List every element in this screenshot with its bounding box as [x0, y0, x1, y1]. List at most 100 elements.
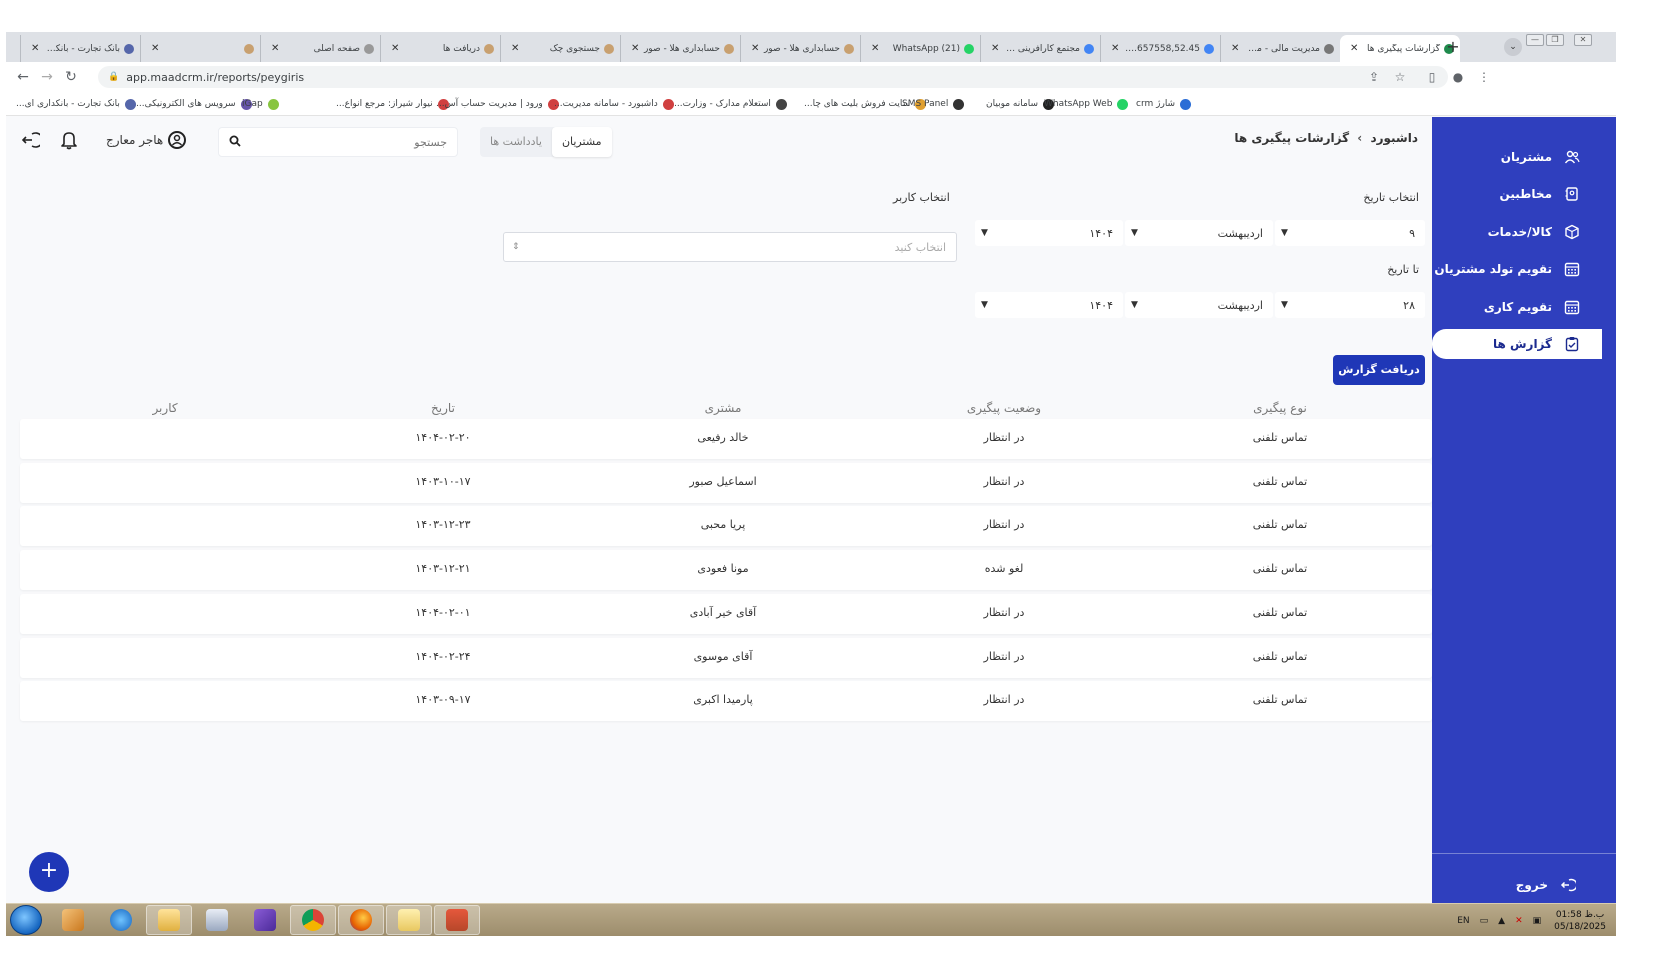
taskbar-app[interactable] [194, 905, 240, 935]
table-row[interactable]: تماس تلفنی در انتظار آقای موسوی ۱۴۰۴-۰۲-۲۴ [20, 637, 1432, 678]
browser-tab[interactable]: مدیریت مالی - محمد ✕ [1220, 35, 1340, 62]
restore-icon[interactable]: ❐ [1546, 34, 1564, 46]
to-day-select[interactable]: ۲۸ ▼ [1275, 292, 1425, 318]
clock[interactable]: 01:58 ب.ظ 05/18/2025 [1554, 909, 1606, 933]
table-row[interactable]: تماس تلفنی در انتظار پریا محبی ۱۴۰۳-۱۲-۲۳ [20, 506, 1432, 547]
search-icon[interactable] [229, 135, 241, 150]
new-tab-button[interactable]: + [1443, 37, 1463, 57]
close-icon[interactable]: ✕ [631, 43, 639, 54]
start-button[interactable] [10, 905, 42, 935]
menu-icon[interactable]: ⋮ [1476, 69, 1492, 85]
browser-tab[interactable]: گزارشات پیگیری ها ✕ [1340, 35, 1460, 62]
taskbar-app[interactable] [98, 905, 144, 935]
close-icon[interactable]: ✕ [871, 43, 879, 54]
close-icon[interactable]: ✕ [1111, 43, 1119, 54]
bookmark-item[interactable]: شارژ crm [1136, 96, 1192, 112]
close-icon[interactable]: ✕ [391, 43, 399, 54]
taskbar-app[interactable] [50, 905, 96, 935]
sidebar-item[interactable]: کالا/خدمات [1432, 217, 1602, 247]
browser-tab[interactable]: حسابداری هلا - صور ✕ [740, 35, 860, 62]
from-day-select[interactable]: ۹ ▼ [1275, 220, 1425, 246]
notification-bell-icon[interactable] [60, 130, 78, 150]
tab-notes[interactable]: یادداشت ها [480, 127, 552, 157]
tray-expand-icon[interactable]: ▲ [1498, 916, 1505, 926]
user-menu[interactable]: هاجر معارج [106, 131, 187, 149]
star-icon[interactable]: ☆ [1392, 69, 1408, 85]
taskbar-app[interactable] [146, 905, 192, 935]
browser-tab[interactable]: مجتمع کارآفرینی و نو ✕ [980, 35, 1100, 62]
sidebar-item[interactable]: گزارش ها [1432, 329, 1602, 359]
browser-tab[interactable]: بانک تجارت - بانکداری ✕ [20, 35, 140, 62]
sidebar-item[interactable]: تقویم تولد مشتریان [1432, 254, 1602, 284]
logout-icon[interactable] [20, 130, 44, 150]
table-row[interactable]: تماس تلفنی در انتظار خالد رفیعی ۱۴۰۴-۰۲-۲۰ [20, 419, 1432, 459]
search-input[interactable] [241, 135, 447, 149]
bookmark-item[interactable]: WhatsApp Web [1044, 96, 1129, 112]
cell-customer: مونا فعودی [697, 562, 749, 576]
monitor-icon[interactable]: ▣ [1533, 916, 1542, 926]
keyboard-icon[interactable]: ▭ [1480, 916, 1489, 926]
bookmark-item[interactable]: iGap [242, 96, 279, 112]
to-month-select[interactable]: اردیبهشت ▼ [1125, 292, 1273, 318]
profile-icon[interactable]: ● [1450, 69, 1466, 85]
reload-icon[interactable]: ↻ [62, 68, 80, 86]
tab-favicon-icon [1324, 43, 1334, 54]
bookmark-item[interactable]: ورود | مدیریت حساب آس... [436, 96, 559, 112]
language-indicator[interactable]: EN [1457, 916, 1469, 926]
network-icon[interactable]: ✕ [1515, 916, 1523, 926]
browser-tab[interactable]: ✕ [140, 35, 260, 62]
bookmark-item[interactable]: استعلام مدارک - وزارت... [674, 96, 787, 112]
browser-tab[interactable]: دریافت ها ✕ [380, 35, 500, 62]
logout-button[interactable]: خروج [1516, 877, 1578, 893]
bookmark-item[interactable]: بانک تجارت - بانکداری ای... [16, 96, 136, 112]
taskbar-app[interactable] [386, 905, 432, 935]
bookmark-item[interactable]: نیوار شیراز: مرجع انواع... [336, 96, 449, 112]
taskbar-app[interactable] [242, 905, 288, 935]
close-icon[interactable]: ✕ [151, 43, 159, 54]
close-icon[interactable]: ✕ [991, 43, 999, 54]
table-row[interactable]: تماس تلفنی در انتظار پارمیدا اکبری ۱۴۰۳-۰۹-… [20, 681, 1432, 722]
user-select[interactable]: انتخاب کنید ⇕ [503, 232, 957, 262]
tab-search-icon[interactable]: ⌄ [1504, 38, 1522, 56]
table-row[interactable]: تماس تلفنی در انتظار اسماعیل صبور ۱۴۰۳-۱۰-۱… [20, 462, 1432, 503]
bookmark-item[interactable]: سرویس های الکترونیکی... [136, 96, 252, 112]
taskbar-app[interactable] [434, 905, 480, 935]
browser-tab[interactable]: (21) WhatsApp ✕ [860, 35, 980, 62]
from-month-select[interactable]: اردیبهشت ▼ [1125, 220, 1273, 246]
side-panel-icon[interactable]: ▯ [1424, 69, 1440, 85]
back-icon[interactable]: ← [14, 68, 32, 86]
share-icon[interactable]: ⇪ [1366, 69, 1382, 85]
forward-icon[interactable]: → [38, 68, 56, 86]
close-icon[interactable]: ✕ [1350, 43, 1358, 54]
cell-type: تماس تلفنی [1252, 605, 1308, 619]
breadcrumb-root[interactable]: داشبورد [1370, 131, 1418, 145]
get-report-button[interactable]: دریافت گزارش [1333, 355, 1425, 385]
close-icon[interactable]: ✕ [751, 43, 759, 54]
sidebar-item[interactable]: مشتریان [1432, 142, 1602, 172]
minimize-icon[interactable]: — [1526, 34, 1544, 46]
tab-favicon-icon [964, 43, 974, 54]
sidebar-item[interactable]: تقویم کاری [1432, 292, 1602, 322]
url-field[interactable]: 🔒 app.maadcrm.ir/reports/peygiris [98, 66, 1448, 88]
browser-tab[interactable]: صفحه اصلی ✕ [260, 35, 380, 62]
taskbar-app[interactable] [338, 905, 384, 935]
close-icon[interactable]: ✕ [1231, 43, 1239, 54]
table-row[interactable]: تماس تلفنی لغو شده مونا فعودی ۱۴۰۳-۱۲-۲۱ [20, 550, 1432, 591]
bookmark-item[interactable]: SMS Panel [902, 96, 965, 112]
to-year-select[interactable]: ۱۴۰۴ ▼ [975, 292, 1123, 318]
close-window-icon[interactable]: ✕ [1574, 34, 1592, 46]
add-fab-button[interactable]: + [29, 852, 69, 892]
sidebar-item[interactable]: مخاطبین [1432, 179, 1602, 209]
close-icon[interactable]: ✕ [511, 43, 519, 54]
taskbar-app[interactable] [290, 905, 336, 935]
browser-tab[interactable]: جستجوی چک ✕ [500, 35, 620, 62]
close-icon[interactable]: ✕ [31, 43, 39, 54]
from-year-select[interactable]: ۱۴۰۴ ▼ [975, 220, 1123, 246]
app: داشبورد › گزارشات پیگیری ها مشتریان یادد… [6, 117, 1616, 903]
close-icon[interactable]: ✕ [271, 43, 279, 54]
browser-tab[interactable]: حسابداری هلا - صور ✕ [620, 35, 740, 62]
tab-customers[interactable]: مشتریان [551, 127, 612, 157]
table-row[interactable]: تماس تلفنی در انتظار آقای خیر آبادی ۱۴۰۴-۰۲… [20, 593, 1432, 634]
browser-tab[interactable]: 29.657558,52.45 ✕ [1100, 35, 1220, 62]
bookmark-item[interactable]: داشبورد - سامانه مدیریت... [554, 96, 674, 112]
